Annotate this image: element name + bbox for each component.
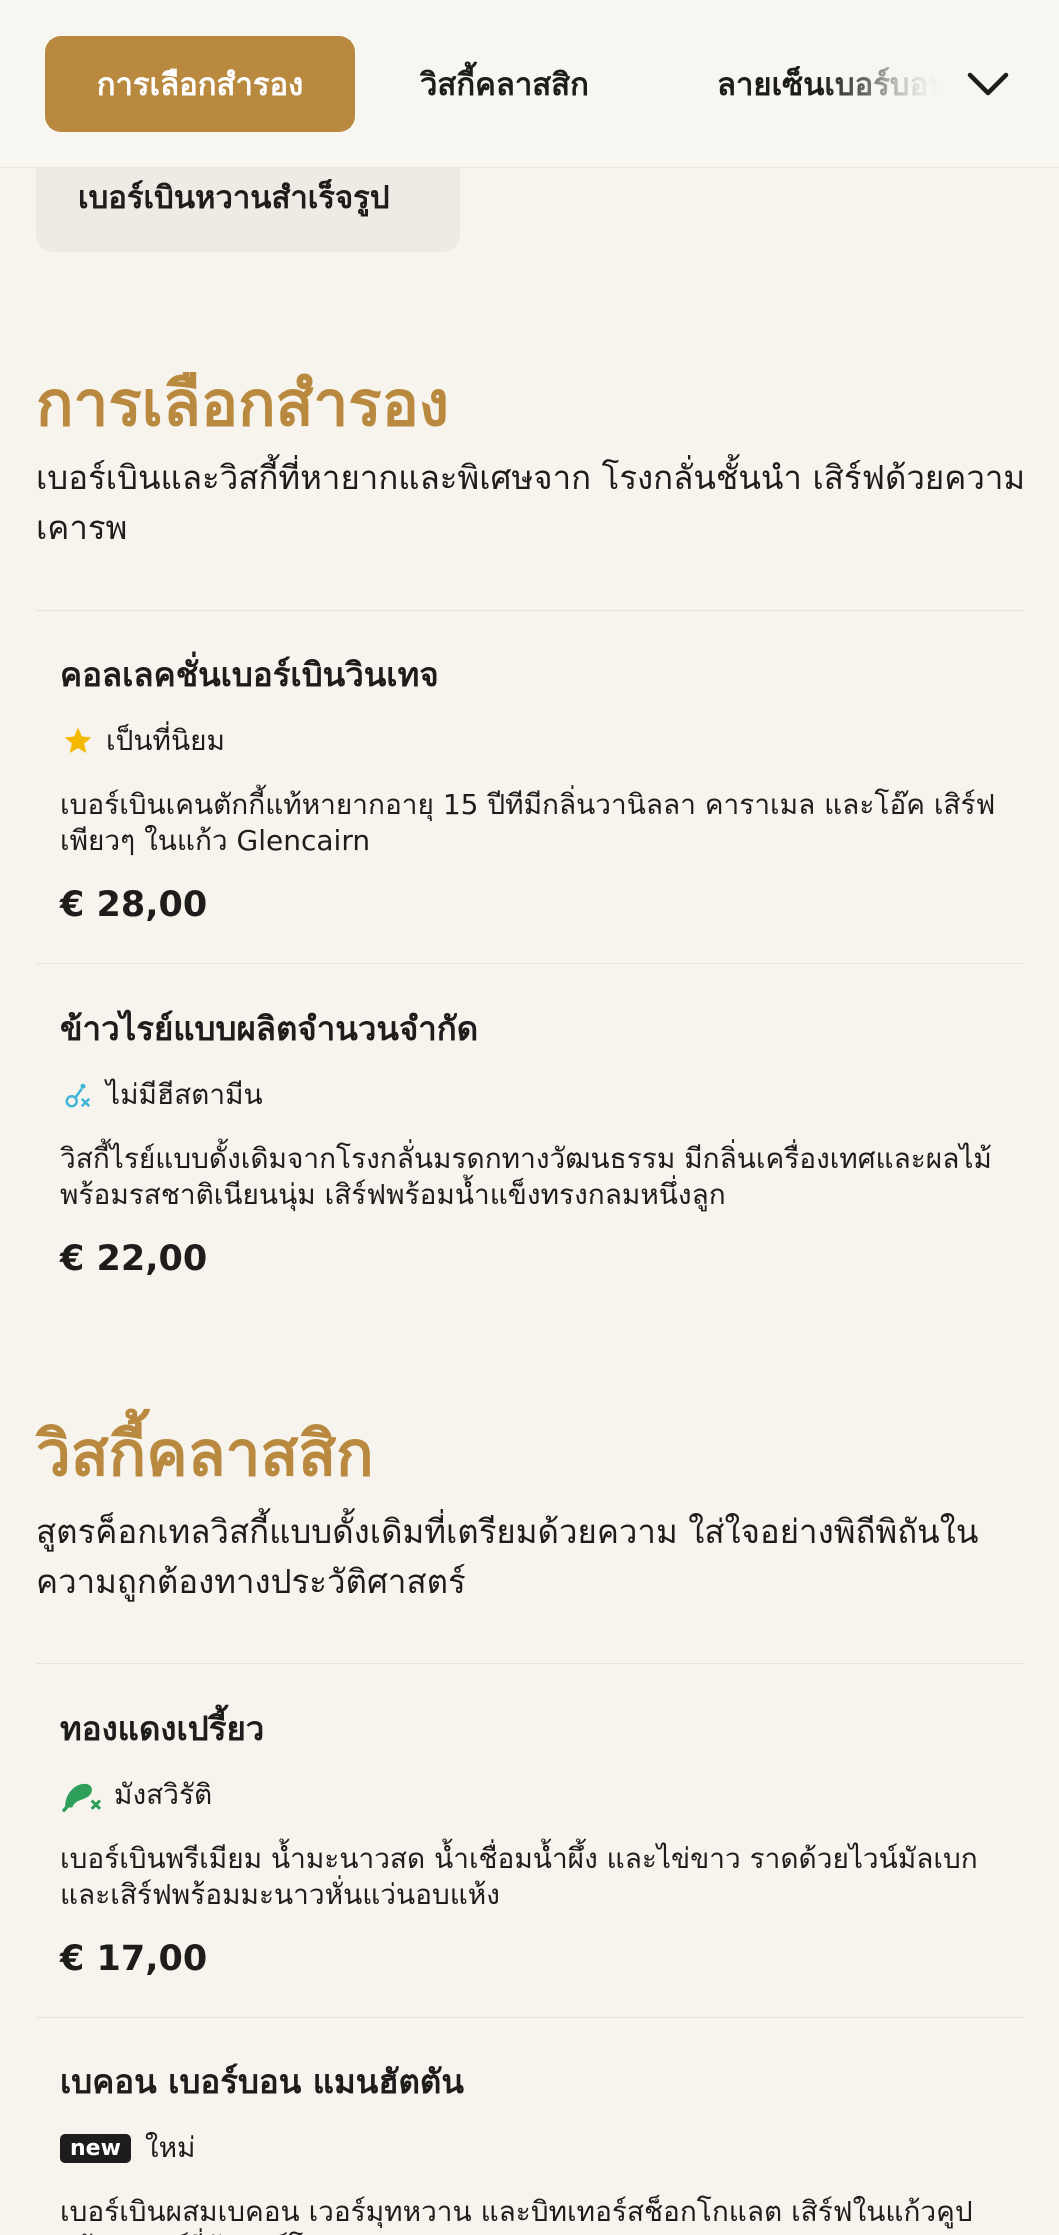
badge-label: ไม่มีฮีสตามีน bbox=[106, 1078, 263, 1111]
divider bbox=[36, 1663, 1024, 1664]
new-tag: new bbox=[60, 2133, 131, 2163]
divider bbox=[36, 610, 1024, 611]
item-description: เบอร์เบินผสมเบคอน เวอร์มุทหวาน และบิทเทอ… bbox=[60, 2195, 973, 2235]
item-description: เบอร์เบินพรีเมียม น้ำมะนาวสด น้ำเชื่อมน้… bbox=[60, 1842, 978, 1911]
star-icon bbox=[60, 723, 96, 759]
vegetarian-icon bbox=[60, 1777, 104, 1813]
category-tab-bar: การเลือกสำรอง วิสกี้คลาสสิก ลายเซ็นเบอร์… bbox=[0, 0, 1059, 168]
badge-label: มังสวิรัติ bbox=[114, 1778, 213, 1811]
tab-fade-overlay bbox=[870, 40, 960, 130]
section-description: สูตรค็อกเทลวิสกี้แบบดั้งเดิมที่เตรียมด้ว… bbox=[36, 1512, 979, 1601]
menu-item[interactable]: เบคอน เบอร์บอน แมนฮัตตัน new ใหม่ เบอร์เ… bbox=[60, 2055, 1020, 2235]
item-badge: เป็นที่นิยม bbox=[60, 719, 1020, 763]
item-name: ทองแดงเปรี้ยว bbox=[60, 1709, 265, 1748]
badge-label: เป็นที่นิยม bbox=[106, 724, 225, 757]
section-title: วิสกี้คลาสสิก bbox=[36, 1417, 374, 1490]
menu-item[interactable]: คอลเลคชั่นเบอร์เบินวินเทจ เป็นที่นิยม เบ… bbox=[60, 648, 1020, 925]
badge-label: ใหม่ bbox=[144, 2131, 196, 2164]
no-histamine-icon bbox=[60, 1077, 96, 1113]
menu-page: การเลือกสำรอง วิสกี้คลาสสิก ลายเซ็นเบอร์… bbox=[0, 0, 1059, 2235]
divider bbox=[36, 2017, 1024, 2018]
item-badge: new ใหม่ bbox=[60, 2126, 1020, 2170]
item-price: € 28,00 bbox=[60, 885, 208, 925]
item-name: คอลเลคชั่นเบอร์เบินวินเทจ bbox=[60, 655, 439, 694]
section-description: เบอร์เบินและวิสกี้ที่หายากและพิเศษจาก โร… bbox=[36, 458, 1026, 547]
item-name: ข้าวไรย์แบบผลิตจำนวนจำกัด bbox=[60, 1009, 479, 1048]
section-title: การเลือกสำรอง bbox=[36, 367, 450, 440]
item-badge: มังสวิรัติ bbox=[60, 1773, 1020, 1817]
item-description: วิสกี้ไรย์แบบดั้งเดิมจากโรงกลั่นมรดกทางว… bbox=[60, 1142, 992, 1211]
tab-classic-whiskey[interactable]: วิสกี้คลาสสิก bbox=[420, 36, 589, 132]
menu-item[interactable]: ทองแดงเปรี้ยว มังสวิรัติ เบอร์เบินพรีเมี… bbox=[60, 1702, 1020, 1979]
item-description: เบอร์เบินเคนตักกี้แท้หายากอายุ 15 ปีทีมี… bbox=[60, 788, 996, 857]
item-price: € 22,00 bbox=[60, 1239, 208, 1279]
item-price: € 17,00 bbox=[60, 1939, 208, 1979]
subcategory-chip-label: เบอร์เบินหวานสำเร็จรูป bbox=[78, 180, 390, 216]
item-badge: ไม่มีฮีสตามีน bbox=[60, 1073, 1020, 1117]
chevron-down-icon[interactable] bbox=[958, 54, 1018, 114]
menu-item[interactable]: ข้าวไรย์แบบผลิตจำนวนจำกัด ไม่มีฮีสตามีน … bbox=[60, 1002, 1020, 1279]
divider bbox=[36, 963, 1024, 964]
item-name: เบคอน เบอร์บอน แมนฮัตตัน bbox=[60, 2062, 464, 2101]
tab-reserve-selection[interactable]: การเลือกสำรอง bbox=[45, 36, 355, 132]
